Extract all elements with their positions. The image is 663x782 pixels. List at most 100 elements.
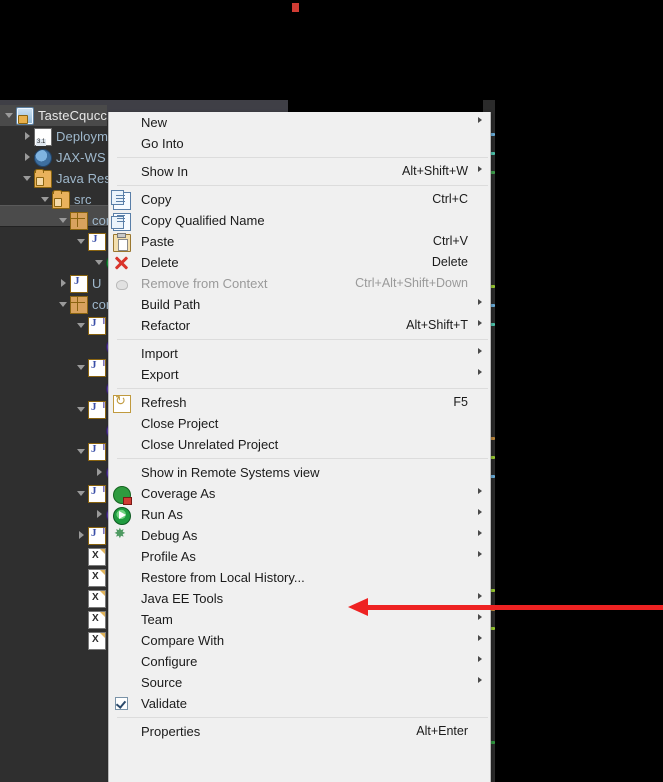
submenu-chevron-icon	[478, 117, 482, 123]
menu-item-shortcut: Delete	[431, 255, 468, 269]
menu-item-import[interactable]: Import	[109, 343, 490, 364]
tree-item[interactable]: co	[0, 546, 124, 567]
menu-separator	[117, 458, 488, 459]
menu-item-label: Compare With	[141, 633, 225, 648]
tree-item[interactable]: Va	[0, 525, 125, 546]
menu-item-export[interactable]: Export	[109, 364, 490, 385]
menu-item-show-in[interactable]: Show In Alt+Shift+W	[109, 161, 490, 182]
deployment-descriptor-icon	[34, 127, 52, 146]
tree-item[interactable]: com.	[0, 210, 121, 231]
tree-item[interactable]: U	[0, 273, 102, 294]
menu-item-shortcut: Ctrl+V	[432, 234, 468, 248]
tree-twisty-expanded-icon[interactable]	[40, 194, 51, 205]
debug-icon	[113, 525, 129, 544]
tree-twisty-collapsed-icon[interactable]	[76, 530, 87, 541]
menu-item-go-into[interactable]: Go Into	[109, 133, 490, 154]
tree-twisty-collapsed-icon[interactable]	[94, 467, 105, 478]
menu-item-team[interactable]: Team	[109, 609, 490, 630]
menu-item-debug-as[interactable]: Debug As	[109, 525, 490, 546]
menu-item-refresh[interactable]: Refresh F5	[109, 392, 490, 413]
tree-twisty-collapsed-icon[interactable]	[94, 509, 105, 520]
screenshot-root: TasteCqucc Deployme JAX-WS WJava Reso src co…	[0, 0, 663, 782]
tree-twisty-expanded-icon[interactable]	[76, 236, 87, 247]
menu-item-label: Delete	[141, 255, 179, 270]
tree-item[interactable]: m	[0, 567, 121, 588]
menu-item-refactor[interactable]: Refactor Alt+Shift+T	[109, 315, 490, 336]
tree-twisty-expanded-icon[interactable]	[76, 404, 87, 415]
tree-item[interactable]: Java Reso	[0, 168, 118, 189]
menu-item-java-ee-tools[interactable]: Java EE Tools	[109, 588, 490, 609]
tree-item[interactable]: Deployme	[0, 126, 115, 147]
menu-item-shortcut: Alt+Enter	[416, 724, 468, 738]
package-icon	[70, 211, 88, 230]
submenu-chevron-icon	[478, 488, 482, 494]
tree-twisty-collapsed-icon[interactable]	[58, 278, 69, 289]
menu-item-label: Show in Remote Systems view	[141, 465, 320, 480]
tree-twisty-expanded-icon[interactable]	[58, 299, 69, 310]
tree-twisty-expanded-icon[interactable]	[76, 320, 87, 331]
tree-item[interactable]: src	[0, 189, 92, 210]
remove-context-icon	[113, 276, 129, 292]
menu-item-close-project[interactable]: Close Project	[109, 413, 490, 434]
menu-item-shortcut: Ctrl+Alt+Shift+Down	[355, 276, 468, 290]
menu-item-show-in-remote-systems-view[interactable]: Show in Remote Systems view	[109, 462, 490, 483]
tree-twisty-expanded-icon[interactable]	[58, 215, 69, 226]
xml-file-icon	[88, 547, 106, 566]
project-icon	[16, 106, 34, 125]
tree-twisty-collapsed-icon[interactable]	[22, 152, 33, 163]
source-folder-icon	[52, 189, 70, 209]
menu-item-shortcut: F5	[453, 395, 468, 409]
tree-item[interactable]: M	[0, 357, 121, 378]
tree-item[interactable]: JAX-WS W	[0, 147, 122, 168]
menu-item-copy-qualified-name[interactable]: Copy Qualified Name	[109, 210, 490, 231]
tree-twisty-expanded-icon[interactable]	[76, 362, 87, 373]
submenu-chevron-icon	[478, 551, 482, 557]
tree-twisty-expanded-icon[interactable]	[76, 488, 87, 499]
tree-item-label: src	[74, 191, 92, 207]
menu-item-run-as[interactable]: Run As	[109, 504, 490, 525]
menu-item-configure[interactable]: Configure	[109, 651, 490, 672]
menu-item-profile-as[interactable]: Profile As	[109, 546, 490, 567]
menu-item-compare-with[interactable]: Compare With	[109, 630, 490, 651]
java-interface-file-icon	[88, 442, 106, 461]
tree-item[interactable]: sit	[0, 609, 123, 630]
submenu-chevron-icon	[478, 348, 482, 354]
menu-separator	[117, 339, 488, 340]
tree-twisty-expanded-icon[interactable]	[76, 446, 87, 457]
menu-item-label: Run As	[141, 507, 183, 522]
copy-qualified-icon	[111, 213, 131, 231]
menu-item-label: Build Path	[141, 297, 201, 312]
tree-twisty-collapsed-icon[interactable]	[22, 131, 33, 142]
menu-item-coverage-as[interactable]: Coverage As	[109, 483, 490, 505]
tree-twisty-none-icon	[76, 614, 87, 625]
menu-item-build-path[interactable]: Build Path	[109, 294, 490, 315]
menu-item-label: Close Project	[141, 416, 219, 431]
tree-item-label: TasteCqucc	[38, 107, 107, 123]
menu-item-paste[interactable]: Paste Ctrl+V	[109, 231, 490, 252]
tree-twisty-expanded-icon[interactable]	[22, 173, 33, 184]
tree-twisty-expanded-icon[interactable]	[4, 110, 15, 121]
menu-item-delete[interactable]: Delete Delete	[109, 252, 490, 273]
menu-item-validate[interactable]: Validate	[109, 693, 490, 714]
tree-item[interactable]: us	[0, 630, 124, 651]
menu-item-label: Team	[141, 612, 173, 627]
submenu-chevron-icon	[478, 614, 482, 620]
menu-item-new[interactable]: New	[109, 112, 490, 133]
tree-item[interactable]: se	[0, 588, 124, 609]
context-menu[interactable]: New Go Into Show In Alt+Shift+W Copy Ctrl+C Co…	[108, 112, 491, 782]
menu-item-source[interactable]: Source	[109, 672, 490, 693]
tree-item[interactable]: Si	[0, 441, 122, 462]
menu-item-close-unrelated-project[interactable]: Close Unrelated Project	[109, 434, 490, 455]
menu-item-label: Configure	[141, 654, 198, 669]
menu-item-label: Go Into	[141, 136, 184, 151]
tree-item[interactable]: TasteCqucc	[0, 105, 107, 126]
tree-item[interactable]: com.	[0, 294, 121, 315]
tree-twisty-expanded-icon[interactable]	[94, 257, 105, 268]
menu-item-remove-from-context: Remove from Context Ctrl+Alt+Shift+Down	[109, 273, 490, 294]
tree-item[interactable]: Si	[0, 231, 122, 252]
menu-item-properties[interactable]: Properties Alt+Enter	[109, 721, 490, 742]
tree-twisty-none-icon	[76, 593, 87, 604]
java-interface-file-icon	[88, 400, 106, 419]
menu-item-copy[interactable]: Copy Ctrl+C	[109, 189, 490, 210]
menu-item-restore-from-local-history[interactable]: Restore from Local History...	[109, 567, 490, 588]
